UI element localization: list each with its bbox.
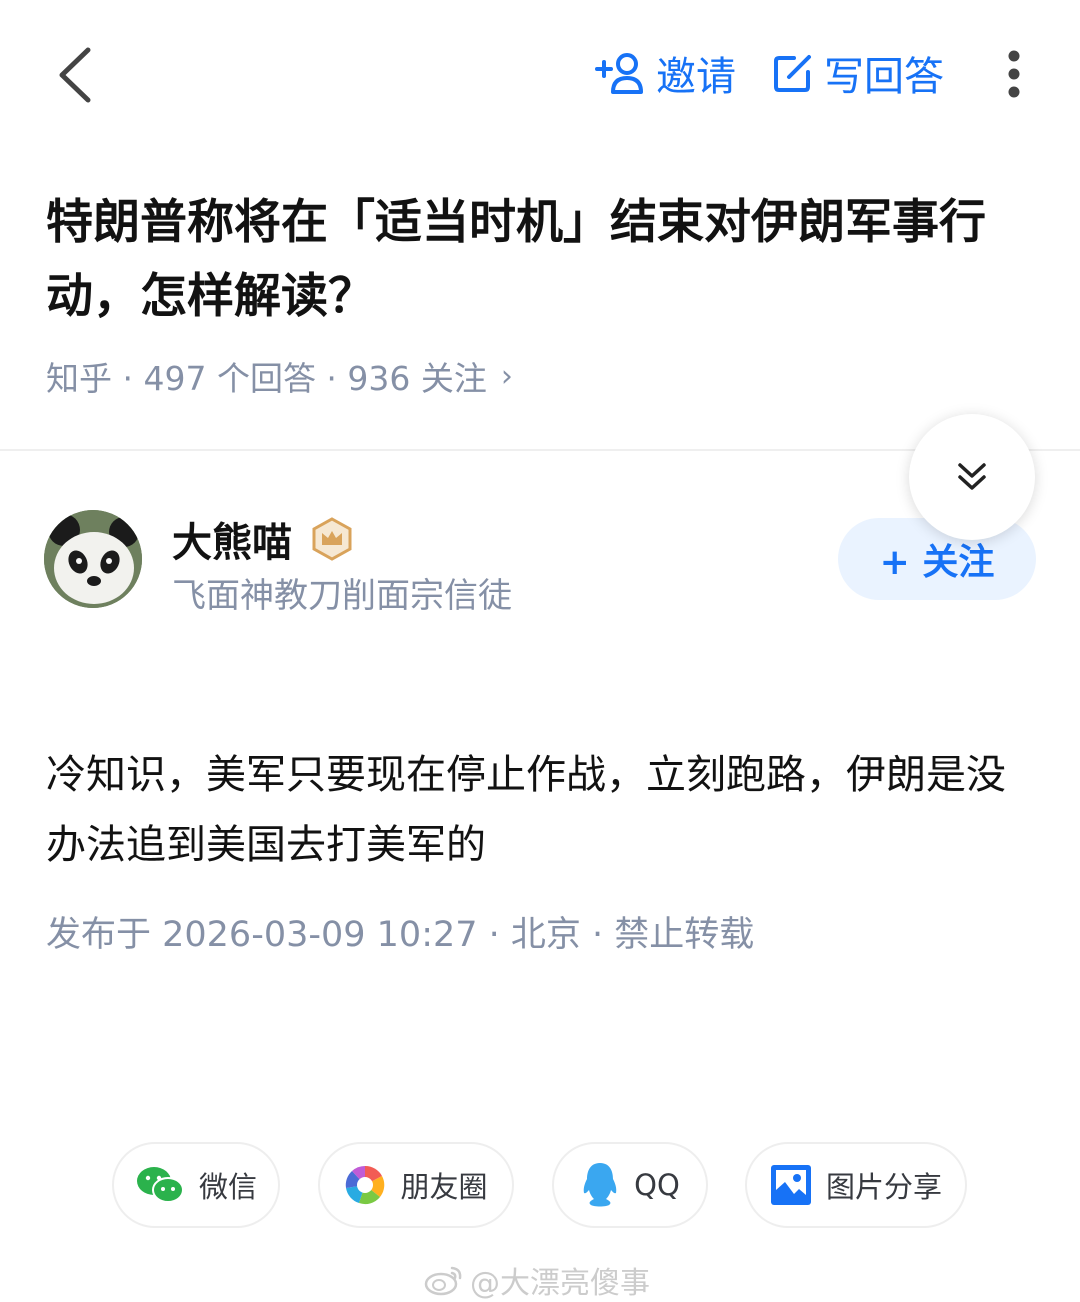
invite-label: 邀请: [656, 54, 736, 100]
back-button[interactable]: [48, 40, 104, 110]
chevron-right-icon: ›: [500, 358, 513, 394]
share-qq-button[interactable]: QQ: [552, 1142, 708, 1228]
question-title[interactable]: 特朗普称将在「适当时机」结束对伊朗军事行动，怎样解读？: [46, 186, 1046, 334]
watermark-text: @大漂亮傻事: [470, 1266, 650, 1301]
share-wechat-button[interactable]: 微信: [112, 1142, 280, 1228]
question-meta-text: 知乎 · 497 个回答 · 936 关注: [46, 359, 487, 398]
moments-icon: [346, 1165, 385, 1205]
answer-meta: 发布于 2026-03-09 10:27 · 北京 · 禁止转载: [46, 915, 755, 955]
wechat-icon: [136, 1167, 184, 1203]
author-name-text: 大熊喵: [172, 520, 292, 566]
image-icon: [770, 1165, 811, 1205]
chevron-left-icon: [59, 47, 91, 103]
crown-badge-icon: [312, 517, 352, 561]
share-image-label: 图片分享: [825, 1170, 942, 1204]
invite-button[interactable]: 邀请: [594, 48, 736, 100]
follow-button[interactable]: + 关注: [838, 518, 1036, 600]
share-wechat-label: 微信: [198, 1170, 257, 1204]
more-button[interactable]: [996, 48, 1032, 104]
avatar[interactable]: [44, 510, 142, 608]
double-chevron-down-icon: [958, 463, 986, 490]
share-moments-label: 朋友圈: [400, 1170, 488, 1204]
author-name[interactable]: 大熊喵: [172, 510, 354, 568]
collapse-button[interactable]: [909, 414, 1035, 540]
weibo-icon: [424, 1266, 462, 1296]
share-row: 微信 朋友圈 QQ 图片分享: [0, 1142, 1080, 1228]
write-answer-label: 写回答: [824, 54, 944, 100]
author-bio: 飞面神教刀削面宗信徒: [172, 576, 512, 616]
write-answer-button[interactable]: 写回答: [772, 48, 944, 100]
answer-body: 冷知识，美军只要现在停止作战，立刻跑路，伊朗是没办法追到美国去打美军的: [46, 752, 1006, 868]
share-image-button[interactable]: 图片分享: [745, 1142, 967, 1228]
share-moments-button[interactable]: 朋友圈: [318, 1142, 514, 1228]
add-user-icon: [595, 53, 643, 94]
edit-icon: [774, 55, 811, 92]
share-qq-label: QQ: [634, 1168, 680, 1202]
qq-icon: [583, 1163, 617, 1207]
panda-avatar-icon: [44, 510, 142, 608]
top-bar: 邀请 写回答: [0, 0, 1080, 150]
more-vertical-icon: [1008, 50, 1020, 98]
question-meta[interactable]: 知乎 · 497 个回答 · 936 关注 ›: [46, 352, 513, 400]
watermark: @大漂亮傻事: [424, 1258, 650, 1302]
